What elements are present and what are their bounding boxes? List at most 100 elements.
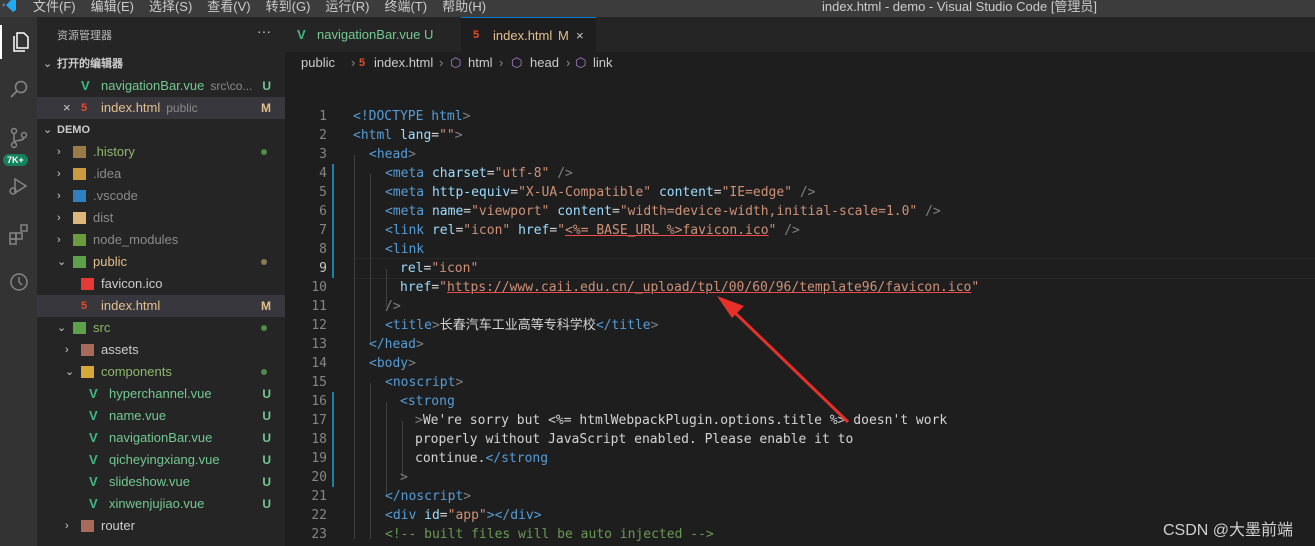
line-number: 18	[311, 432, 327, 447]
chevron-right-icon: ›	[65, 520, 69, 532]
status-untracked: U	[262, 497, 271, 511]
tree-label: .history	[93, 144, 135, 159]
chevron-right-icon: ›	[57, 146, 61, 158]
code-line: <!-- built files will be auto injected -…	[385, 527, 714, 542]
code-line: href="https://www.caii.edu.cn/_upload/tp…	[400, 280, 980, 295]
tree-folder-assets[interactable]: › assets	[37, 339, 285, 361]
code-editor[interactable]: 1 2 3 4 5 6 7 8 9 10 11 12 13 14 15 16 1…	[285, 74, 1315, 546]
breadcrumb-separator-icon: ›	[499, 55, 504, 70]
tree-file-vue[interactable]: V name.vue U	[37, 405, 285, 427]
tree-folder-public[interactable]: ⌄ public	[37, 251, 285, 273]
breadcrumb-item[interactable]: public	[301, 52, 335, 74]
code-line: </head>	[369, 337, 424, 352]
tree-file-vue[interactable]: V hyperchannel.vue U	[37, 383, 285, 405]
timeline-activity[interactable]	[0, 265, 37, 299]
folder-open-icon	[73, 322, 86, 334]
breadcrumb-item[interactable]: index.html	[374, 52, 433, 74]
tab-index-html[interactable]: 5 index.html M ×	[461, 17, 596, 53]
tree-folder-idea[interactable]: › .idea	[37, 163, 285, 185]
menu-bar: 文件(F) 编辑(E) 选择(S) 查看(V) 转到(G) 运行(R) 终端(T…	[33, 0, 501, 15]
html-file-icon: 5	[359, 57, 366, 69]
menu-file[interactable]: 文件(F)	[33, 0, 76, 15]
code-line: >We're sorry but <%= htmlWebpackPlugin.o…	[415, 413, 948, 428]
code-line: <title>长春汽车工业高等专科学校</title>	[385, 318, 659, 333]
open-editors-label: 打开的编辑器	[57, 58, 123, 70]
history-icon	[9, 273, 28, 291]
breadcrumb-item[interactable]: html	[468, 52, 493, 74]
tree-folder-src[interactable]: ⌄ src	[37, 317, 285, 339]
menu-run[interactable]: 运行(R)	[325, 0, 369, 15]
menu-view[interactable]: 查看(V)	[207, 0, 250, 15]
status-untracked: U	[262, 387, 271, 401]
tree-file-vue[interactable]: V slideshow.vue U	[37, 471, 285, 493]
chevron-down-icon: ⌄	[57, 256, 67, 268]
run-debug-activity[interactable]	[0, 169, 37, 203]
code-line: <link rel="icon" href="<%= BASE_URL %>fa…	[385, 223, 800, 238]
menu-selection[interactable]: 选择(S)	[149, 0, 192, 15]
vue-file-icon: V	[89, 408, 98, 423]
project-header[interactable]: ⌄ DEMO	[37, 119, 285, 141]
tree-folder-dist[interactable]: › dist	[37, 207, 285, 229]
code-line: />	[385, 299, 401, 314]
open-editor-item[interactable]: × 5 index.html public M	[37, 97, 285, 119]
menu-help[interactable]: 帮助(H)	[442, 0, 486, 15]
tab-navigationbar[interactable]: V navigationBar.vue U	[285, 17, 460, 52]
search-activity[interactable]	[0, 73, 37, 107]
breadcrumb-item[interactable]: link	[593, 52, 613, 74]
menu-go[interactable]: 转到(G)	[266, 0, 311, 15]
more-actions-button[interactable]: ···	[257, 23, 271, 39]
watermark: CSDN @大墨前端	[1163, 522, 1294, 539]
open-editor-item[interactable]: V navigationBar.vue src\co... U	[37, 75, 285, 97]
extensions-icon	[8, 224, 28, 245]
tree-file-index-html[interactable]: 5 index.html M	[37, 295, 285, 317]
breadcrumb: public › 5 index.html › ⬡ html › ⬡ head …	[285, 52, 1315, 74]
tree-label: name.vue	[109, 408, 167, 423]
tree-label: navigationBar.vue	[109, 430, 213, 445]
close-icon[interactable]: ×	[576, 18, 584, 53]
folder-open-icon	[81, 366, 94, 378]
menu-edit[interactable]: 编辑(E)	[91, 0, 134, 15]
line-number: 8	[319, 242, 327, 257]
chevron-right-icon: ›	[57, 212, 61, 224]
tree-file-favicon[interactable]: favicon.ico	[37, 273, 285, 295]
modified-gutter	[332, 164, 334, 278]
menu-terminal[interactable]: 终端(T)	[384, 0, 427, 15]
open-editor-label: navigationBar.vue src\co...	[101, 78, 253, 93]
line-number: 17	[311, 413, 327, 428]
line-number: 16	[311, 394, 327, 409]
breadcrumb-item[interactable]: head	[530, 52, 559, 74]
tree-folder-vscode[interactable]: › .vscode	[37, 185, 285, 207]
breadcrumb-separator-icon: ›	[566, 55, 571, 70]
tree-label: .idea	[93, 166, 122, 181]
tree-folder-components[interactable]: ⌄ components	[37, 361, 285, 383]
vue-file-icon: V	[89, 452, 98, 467]
source-control-activity[interactable]	[0, 121, 37, 155]
vue-file-icon: V	[297, 27, 306, 42]
line-number: 4	[319, 166, 327, 181]
vue-file-icon: V	[89, 430, 98, 445]
tree-label: src	[93, 320, 111, 335]
line-number: 12	[311, 318, 327, 333]
explorer-activity[interactable]	[0, 25, 39, 59]
tree-file-vue[interactable]: V xinwenjujiao.vue U	[37, 493, 285, 515]
tree-folder-router[interactable]: › router	[37, 515, 285, 537]
folder-icon	[73, 146, 86, 158]
folder-icon	[73, 168, 86, 180]
tree-file-vue[interactable]: V qicheyingxiang.vue U	[37, 449, 285, 471]
tree-folder-history[interactable]: › .history	[37, 141, 285, 163]
line-number: 6	[319, 204, 327, 219]
indent-guide	[370, 383, 371, 539]
tree-folder-node-modules[interactable]: › node_modules	[37, 229, 285, 251]
node-folder-icon	[73, 234, 86, 246]
line-number: 22	[311, 508, 327, 523]
code-line: <meta http-equiv="X-UA-Compatible" conte…	[385, 185, 816, 200]
close-icon[interactable]: ×	[63, 97, 71, 119]
code-line: <div id="app"></div>	[385, 508, 542, 523]
current-line-highlight	[353, 258, 1315, 279]
open-editors-header[interactable]: ⌄ 打开的编辑器	[37, 53, 285, 75]
code-line: <!DOCTYPE html>	[353, 109, 471, 124]
tree-file-vue[interactable]: V navigationBar.vue U	[37, 427, 285, 449]
extensions-activity[interactable]	[0, 217, 37, 251]
tree-label: .vscode	[93, 188, 138, 203]
line-number: 5	[319, 185, 327, 200]
